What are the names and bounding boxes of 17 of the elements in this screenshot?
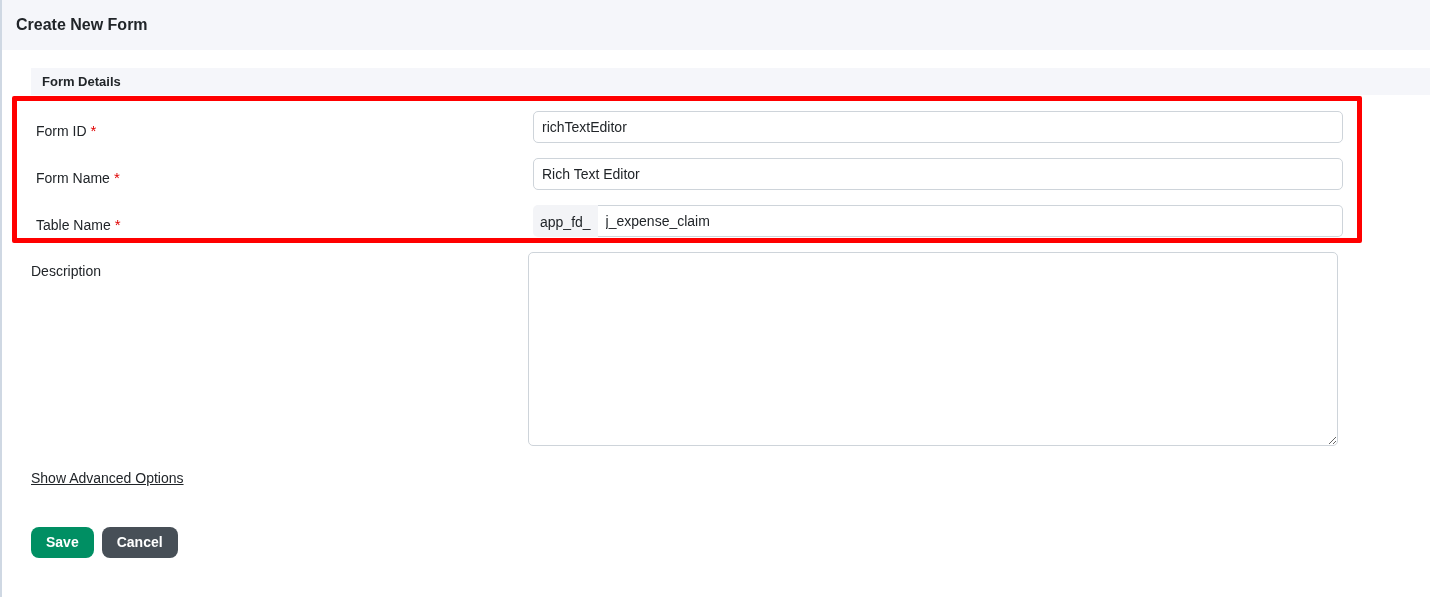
text-field[interactable]: richTextEditor xyxy=(533,111,1343,143)
required-marker: * xyxy=(113,169,120,186)
field-label: Table Name xyxy=(36,217,111,233)
advanced-options-link[interactable]: Show Advanced Options xyxy=(31,470,184,486)
required-marker: * xyxy=(114,216,121,233)
description-field[interactable] xyxy=(528,252,1338,446)
field-label: Form Name xyxy=(36,170,110,186)
page-title: Create New Form xyxy=(16,15,148,35)
save-button[interactable]: Save xyxy=(31,527,94,558)
cancel-button[interactable]: Cancel xyxy=(101,527,178,558)
section-title: Form Details xyxy=(42,72,121,91)
required-marker: * xyxy=(90,122,97,139)
field-label: Form ID xyxy=(36,123,87,139)
text-field[interactable]: Rich Text Editor xyxy=(533,158,1343,190)
text-field[interactable]: j_expense_claim xyxy=(597,205,1343,237)
field-label: Description xyxy=(31,263,102,279)
prefix-label: app_fd_ xyxy=(533,205,598,237)
